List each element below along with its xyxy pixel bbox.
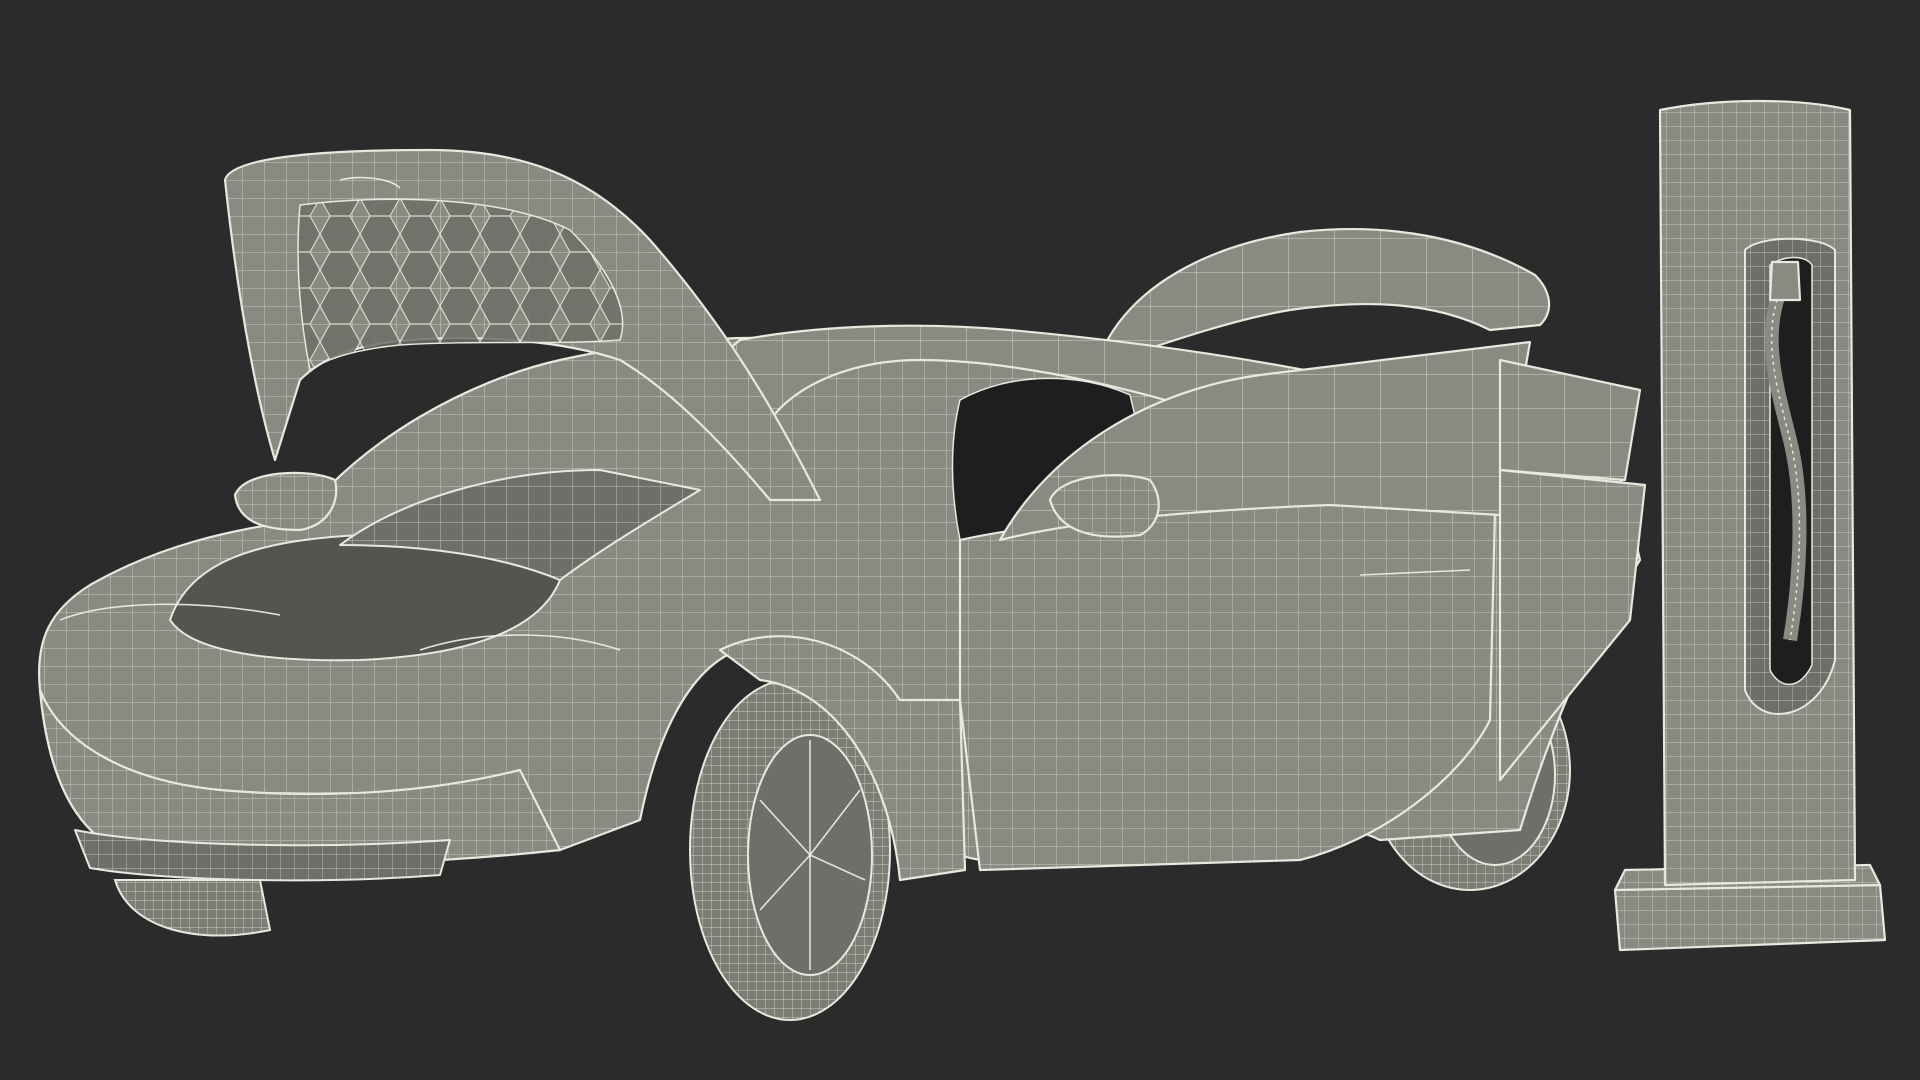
rear-door-open [1498, 358, 1647, 782]
side-mirror-left [233, 471, 338, 532]
wireframe-render-viewport [38, 99, 1887, 1021]
trunk-lid-open [1098, 227, 1551, 367]
front-wheel-left [113, 879, 272, 937]
charging-station [1613, 99, 1887, 952]
electric-sedan [38, 148, 1647, 1021]
